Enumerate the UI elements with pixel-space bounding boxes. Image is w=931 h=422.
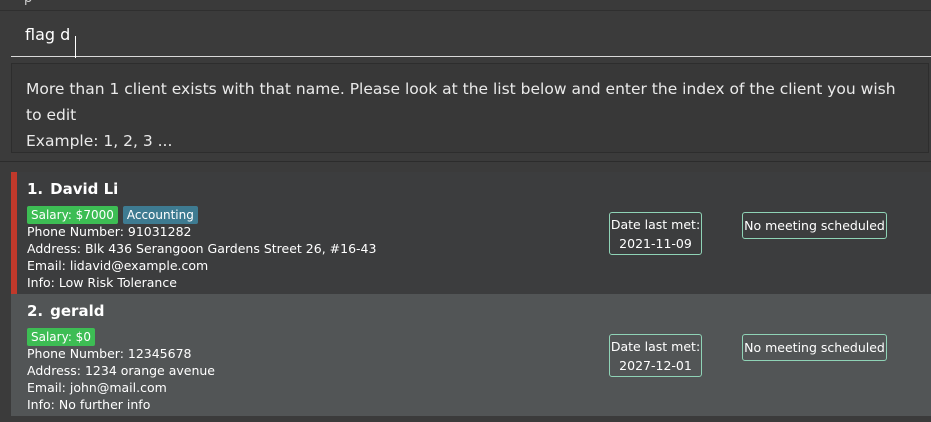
client-email: Email: john@mail.com — [27, 380, 167, 395]
client-info: Info: No further info — [27, 397, 151, 412]
result-display: More than 1 client exists with that name… — [11, 63, 929, 153]
salary-tag: Salary: $7000 — [27, 206, 118, 224]
client-name-line: 1. David Li — [27, 180, 376, 202]
meeting-status-chip: No meeting scheduled — [742, 212, 887, 239]
client-name-line: 2. gerald — [27, 302, 215, 324]
date-last-met-chip: Date last met: 2027-12-01 — [609, 334, 702, 377]
date-last-met-label: Date last met: — [610, 217, 701, 232]
client-card[interactable]: 2. gerald Salary: $0 Phone Number: 123456… — [11, 294, 931, 416]
client-address: Address: Blk 436 Serangoon Gardens Stree… — [27, 241, 377, 256]
date-last-met-value: 2027-12-01 — [619, 358, 692, 373]
text-caret — [75, 36, 76, 58]
client-tags: Salary: $0 — [27, 326, 215, 346]
selection-indicator — [11, 172, 17, 294]
salary-tag: Salary: $0 — [27, 328, 95, 346]
client-email: Email: lidavid@example.com — [27, 258, 209, 273]
top-text-fragment: p — [24, 0, 32, 6]
top-strip: p — [0, 0, 931, 11]
date-last-met-chip: Date last met: 2021-11-09 — [609, 212, 702, 255]
date-last-met-value: 2021-11-09 — [619, 236, 692, 251]
command-box — [11, 12, 931, 58]
client-tags: Salary: $7000 Accounting — [27, 204, 376, 224]
client-phone: Phone Number: 12345678 — [27, 346, 192, 361]
result-example: Example: 1, 2, 3 ... — [26, 132, 173, 150]
client-name: gerald — [50, 302, 105, 320]
client-info: Info: Low Risk Tolerance — [27, 275, 177, 290]
client-address: Address: 1234 orange avenue — [27, 363, 216, 378]
result-message: More than 1 client exists with that name… — [26, 80, 896, 124]
client-name: David Li — [50, 180, 119, 198]
client-phone: Phone Number: 91031282 — [27, 224, 192, 239]
client-list-panel[interactable]: 1. David Li Salary: $7000 Accounting Phone… — [0, 161, 931, 422]
date-last-met-label: Date last met: — [610, 339, 701, 354]
client-index: 1. — [27, 180, 44, 198]
client-index: 2. — [27, 302, 44, 320]
client-card[interactable]: 1. David Li Salary: $7000 Accounting Phone… — [11, 172, 931, 294]
department-tag: Accounting — [122, 206, 198, 224]
command-input[interactable] — [11, 12, 930, 56]
meeting-status-chip: No meeting scheduled — [742, 334, 887, 361]
client-list: 1. David Li Salary: $7000 Accounting Phone… — [11, 172, 931, 418]
